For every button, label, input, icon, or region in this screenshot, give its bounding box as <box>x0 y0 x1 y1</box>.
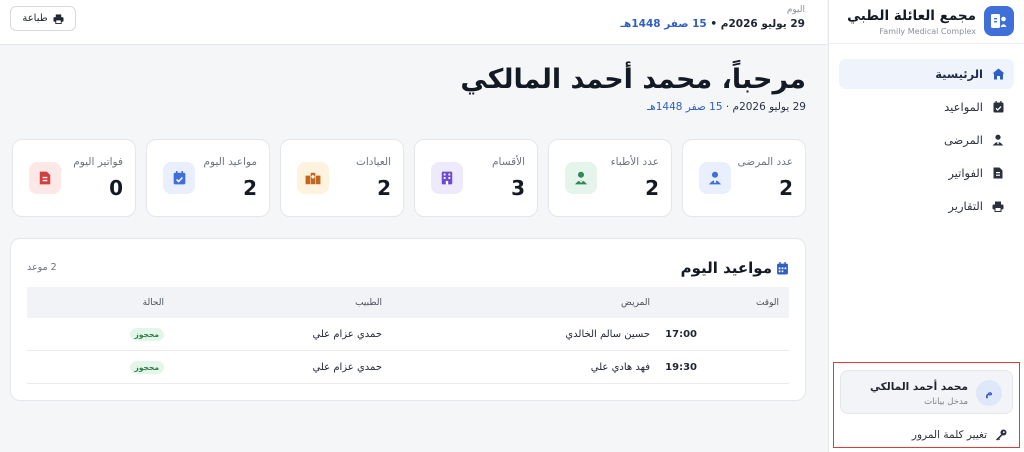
today-label: اليوم <box>786 5 805 15</box>
stat-label: مواعيد اليوم <box>203 156 257 168</box>
welcome-date: 29 يوليو 2026م · 15 صفر 1448هـ <box>647 101 806 113</box>
doctor-icon <box>565 162 597 194</box>
stat-value: 0 <box>109 176 123 200</box>
table-row[interactable]: 19:30 فهد هادي علي حمدي عزام علي محجوز <box>27 351 789 384</box>
patient-icon <box>699 162 731 194</box>
sidebar-item-invoices[interactable]: الفواتير <box>839 158 1014 188</box>
date-gregorian: 29 يوليو 2026م <box>720 18 805 30</box>
date-hijri: 15 صفر 1448هـ <box>620 18 707 30</box>
appointments-table: الوقت المريض الطبيب الحالة 17:00 حسين سا… <box>27 287 789 384</box>
stat-label: فواتير اليوم <box>73 156 123 168</box>
invoice-icon <box>29 162 61 194</box>
key-icon <box>995 429 1007 441</box>
stat-card-today-invoices: فواتير اليوم 0 <box>12 139 136 217</box>
stat-label: الأقسام <box>492 156 525 168</box>
appointments-title-label: مواعيد اليوم <box>680 259 772 277</box>
print-button-label: طباعة <box>22 13 48 24</box>
printer-icon <box>991 199 1005 213</box>
table-header: الوقت المريض الطبيب الحالة <box>27 287 789 318</box>
avatar: م <box>976 380 1002 406</box>
clinic-logo-icon <box>984 6 1014 36</box>
user-role: مدخل بيانات <box>924 397 968 407</box>
appointments-panel: مواعيد اليوم 2 موعد الوقت المريض الطبيب … <box>10 238 806 401</box>
sidebar: مجمع العائلة الطبي Family Medical Comple… <box>828 0 1024 452</box>
stat-card-departments: الأقسام 3 <box>414 139 538 217</box>
user-area: م محمد أحمد المالكي مدخل بيانات تغيير كل… <box>833 362 1020 448</box>
appointment-time: 17:00 <box>665 328 697 340</box>
stat-card-doctors: عدد الأطباء 2 <box>548 139 672 217</box>
print-button[interactable]: طباعة <box>10 6 76 31</box>
date-gregorian: 29 يوليو 2026م <box>732 101 806 113</box>
stat-value: 2 <box>779 176 793 200</box>
sidebar-item-label: المواعيد <box>944 100 983 114</box>
stat-value: 2 <box>377 176 391 200</box>
column-header-time: الوقت <box>755 297 779 308</box>
change-password-label: تغيير كلمة المرور <box>911 429 987 441</box>
column-header-status: الحالة <box>142 297 164 308</box>
today-date: 29 يوليو 2026م • 15 صفر 1448هـ <box>620 18 805 30</box>
calendar-check-icon <box>163 162 195 194</box>
stat-card-clinics: العيادات 2 <box>280 139 404 217</box>
change-password-link[interactable]: تغيير كلمة المرور <box>912 429 1007 441</box>
column-header-doctor: الطبيب <box>355 297 382 308</box>
appointment-status: محجوز <box>129 318 164 350</box>
sidebar-item-label: الرئيسية <box>935 67 983 81</box>
user-name: محمد أحمد المالكي <box>870 381 968 393</box>
appointment-patient: حسين سالم الخالدي <box>565 328 650 340</box>
stat-label: العيادات <box>355 156 391 168</box>
stat-card-today-appointments: مواعيد اليوم 2 <box>146 139 270 217</box>
topbar: اليوم 29 يوليو 2026م • 15 صفر 1448هـ طبا… <box>0 0 827 45</box>
user-card[interactable]: م محمد أحمد المالكي مدخل بيانات <box>840 370 1013 414</box>
sidebar-item-label: المرضى <box>943 133 983 147</box>
stat-value: 2 <box>243 176 257 200</box>
date-hijri: 15 صفر 1448هـ <box>647 101 723 113</box>
calendar-check-icon <box>991 100 1005 114</box>
stat-label: عدد الأطباء <box>610 156 659 168</box>
invoice-icon <box>991 166 1005 180</box>
appointments-count: 2 موعد <box>27 262 57 273</box>
appointment-status: محجوز <box>129 351 164 383</box>
page-title: مرحباً، محمد أحمد المالكي <box>460 64 806 95</box>
appointment-doctor: حمدي عزام علي <box>312 328 382 340</box>
sidebar-item-label: الفواتير <box>948 166 983 180</box>
printer-icon <box>53 13 64 24</box>
brand-subtitle: Family Medical Complex <box>879 27 976 36</box>
calendar-icon <box>776 261 789 275</box>
stat-card-patients: عدد المرضى 2 <box>682 139 806 217</box>
status-badge: محجوز <box>129 360 164 374</box>
appointment-patient: فهد هادي علي <box>590 361 650 373</box>
brand: مجمع العائلة الطبي Family Medical Comple… <box>829 0 1024 44</box>
clinics-icon <box>297 162 329 194</box>
building-icon <box>431 162 463 194</box>
sidebar-item-reports[interactable]: التقارير <box>839 191 1014 221</box>
stat-value: 3 <box>511 176 525 200</box>
appointment-time: 19:30 <box>665 361 697 373</box>
stat-label: عدد المرضى <box>737 156 793 168</box>
appointments-title: مواعيد اليوم <box>681 259 789 277</box>
sidebar-item-appointments[interactable]: المواعيد <box>839 92 1014 122</box>
column-header-patient: المريض <box>621 297 650 308</box>
sidebar-nav: الرئيسية المواعيد المرضى الفواتير التقار… <box>839 59 1014 224</box>
date-separator: • <box>706 18 721 30</box>
home-icon <box>991 67 1005 81</box>
sidebar-item-patients[interactable]: المرضى <box>839 125 1014 155</box>
sidebar-item-label: التقارير <box>948 199 983 213</box>
date-separator: · <box>722 101 733 113</box>
stat-value: 2 <box>645 176 659 200</box>
appointment-doctor: حمدي عزام علي <box>312 361 382 373</box>
table-row[interactable]: 17:00 حسين سالم الخالدي حمدي عزام علي مح… <box>27 318 789 351</box>
patient-icon <box>991 133 1005 147</box>
status-badge: محجوز <box>129 327 164 341</box>
brand-title: مجمع العائلة الطبي <box>847 8 976 24</box>
sidebar-item-home[interactable]: الرئيسية <box>839 59 1014 89</box>
